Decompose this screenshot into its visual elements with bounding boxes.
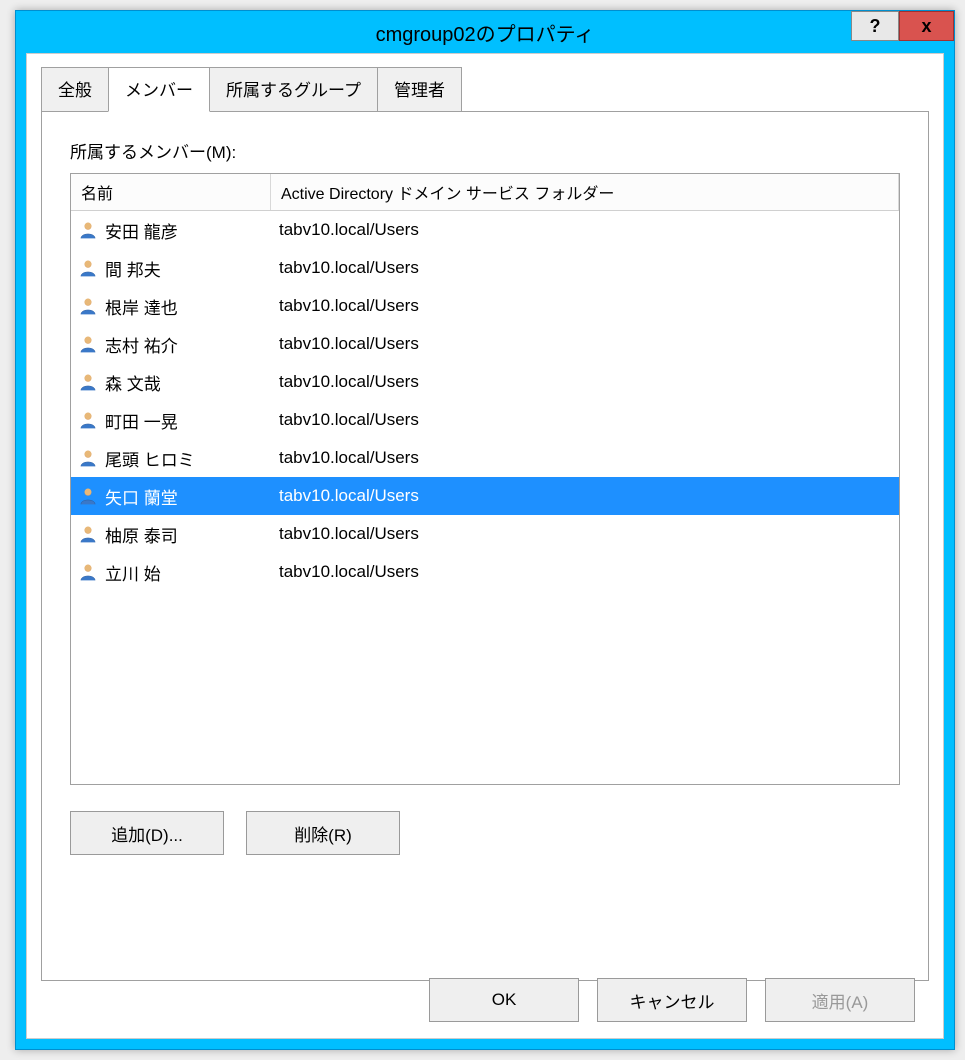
member-row[interactable]: 安田 龍彦 tabv10.local/Users bbox=[71, 211, 899, 249]
apply-button[interactable]: 適用(A) bbox=[765, 978, 915, 1022]
tab-全般[interactable]: 全般 bbox=[41, 67, 109, 112]
members-label: 所属するメンバー(M): bbox=[70, 138, 900, 163]
tabstrip: 全般メンバー所属するグループ管理者 bbox=[27, 54, 943, 111]
member-cell-name: 志村 祐介 bbox=[71, 325, 271, 363]
member-name: 間 邦夫 bbox=[105, 256, 161, 281]
help-button[interactable]: ? bbox=[851, 11, 899, 41]
tab-所属するグループ[interactable]: 所属するグループ bbox=[209, 67, 378, 112]
member-cell-name: 間 邦夫 bbox=[71, 249, 271, 287]
member-cell-name: 柚原 泰司 bbox=[71, 515, 271, 553]
member-name: 町田 一晃 bbox=[105, 408, 178, 433]
member-name: 森 文哉 bbox=[105, 370, 161, 395]
user-icon bbox=[77, 295, 99, 317]
cancel-button[interactable]: キャンセル bbox=[597, 978, 747, 1022]
member-cell-folder: tabv10.local/Users bbox=[271, 477, 899, 515]
member-cell-name: 立川 始 bbox=[71, 553, 271, 591]
member-cell-folder: tabv10.local/Users bbox=[271, 325, 899, 363]
user-icon-svg bbox=[78, 524, 98, 544]
member-row[interactable]: 立川 始 tabv10.local/Users bbox=[71, 553, 899, 591]
member-row[interactable]: 森 文哉 tabv10.local/Users bbox=[71, 363, 899, 401]
members-tab-panel: 所属するメンバー(M): 名前 Active Directory ドメイン サー… bbox=[41, 111, 929, 981]
user-icon-svg bbox=[78, 334, 98, 354]
member-row[interactable]: 尾頭 ヒロミ tabv10.local/Users bbox=[71, 439, 899, 477]
member-cell-name: 尾頭 ヒロミ bbox=[71, 439, 271, 477]
user-icon bbox=[77, 561, 99, 583]
member-cell-folder: tabv10.local/Users bbox=[271, 363, 899, 401]
member-row[interactable]: 矢口 蘭堂 tabv10.local/Users bbox=[71, 477, 899, 515]
window-title: cmgroup02のプロパティ bbox=[16, 18, 954, 47]
member-name: 安田 龍彦 bbox=[105, 218, 178, 243]
remove-button[interactable]: 削除(R) bbox=[246, 811, 400, 855]
member-cell-name: 町田 一晃 bbox=[71, 401, 271, 439]
properties-dialog: cmgroup02のプロパティ ? x 全般メンバー所属するグループ管理者 所属… bbox=[15, 10, 955, 1050]
member-name: 志村 祐介 bbox=[105, 332, 178, 357]
close-icon: x bbox=[921, 16, 931, 37]
member-cell-folder: tabv10.local/Users bbox=[271, 249, 899, 287]
member-cell-name: 安田 龍彦 bbox=[71, 211, 271, 249]
user-icon-svg bbox=[78, 258, 98, 278]
member-cell-name: 矢口 蘭堂 bbox=[71, 477, 271, 515]
user-icon-svg bbox=[78, 562, 98, 582]
member-name: 尾頭 ヒロミ bbox=[105, 446, 195, 471]
member-name: 矢口 蘭堂 bbox=[105, 484, 178, 509]
user-icon bbox=[77, 409, 99, 431]
member-cell-name: 森 文哉 bbox=[71, 363, 271, 401]
member-cell-folder: tabv10.local/Users bbox=[271, 515, 899, 553]
user-icon bbox=[77, 333, 99, 355]
titlebar-buttons: ? x bbox=[851, 11, 954, 41]
member-name: 根岸 達也 bbox=[105, 294, 178, 319]
action-buttons: 追加(D)... 削除(R) bbox=[70, 811, 900, 855]
member-row[interactable]: 柚原 泰司 tabv10.local/Users bbox=[71, 515, 899, 553]
member-cell-folder: tabv10.local/Users bbox=[271, 401, 899, 439]
listview-body: 安田 龍彦 tabv10.local/Users 間 邦夫 tabv10.local/… bbox=[71, 211, 899, 591]
ok-button[interactable]: OK bbox=[429, 978, 579, 1022]
member-row[interactable]: 根岸 達也 tabv10.local/Users bbox=[71, 287, 899, 325]
close-button[interactable]: x bbox=[899, 11, 954, 41]
member-cell-folder: tabv10.local/Users bbox=[271, 287, 899, 325]
column-header-folder[interactable]: Active Directory ドメイン サービス フォルダー bbox=[271, 174, 899, 210]
titlebar: cmgroup02のプロパティ ? x bbox=[16, 11, 954, 53]
user-icon bbox=[77, 485, 99, 507]
member-row[interactable]: 間 邦夫 tabv10.local/Users bbox=[71, 249, 899, 287]
member-row[interactable]: 町田 一晃 tabv10.local/Users bbox=[71, 401, 899, 439]
user-icon-svg bbox=[78, 410, 98, 430]
tab-メンバー[interactable]: メンバー bbox=[108, 67, 210, 112]
member-cell-folder: tabv10.local/Users bbox=[271, 553, 899, 591]
user-icon bbox=[77, 257, 99, 279]
user-icon bbox=[77, 523, 99, 545]
member-name: 立川 始 bbox=[105, 560, 161, 585]
user-icon-svg bbox=[78, 296, 98, 316]
member-name: 柚原 泰司 bbox=[105, 522, 178, 547]
listview-header: 名前 Active Directory ドメイン サービス フォルダー bbox=[71, 174, 899, 211]
user-icon-svg bbox=[78, 486, 98, 506]
tab-管理者[interactable]: 管理者 bbox=[377, 67, 462, 112]
add-button[interactable]: 追加(D)... bbox=[70, 811, 224, 855]
client-area: 全般メンバー所属するグループ管理者 所属するメンバー(M): 名前 Active… bbox=[26, 53, 944, 1039]
dialog-buttons: OK キャンセル 適用(A) bbox=[429, 978, 915, 1022]
member-cell-folder: tabv10.local/Users bbox=[271, 211, 899, 249]
user-icon bbox=[77, 447, 99, 469]
member-cell-name: 根岸 達也 bbox=[71, 287, 271, 325]
members-listview[interactable]: 名前 Active Directory ドメイン サービス フォルダー 安田 龍… bbox=[70, 173, 900, 785]
user-icon bbox=[77, 219, 99, 241]
member-row[interactable]: 志村 祐介 tabv10.local/Users bbox=[71, 325, 899, 363]
question-icon: ? bbox=[870, 16, 881, 37]
member-cell-folder: tabv10.local/Users bbox=[271, 439, 899, 477]
user-icon-svg bbox=[78, 220, 98, 240]
user-icon-svg bbox=[78, 448, 98, 468]
user-icon bbox=[77, 371, 99, 393]
column-header-name[interactable]: 名前 bbox=[71, 174, 271, 210]
user-icon-svg bbox=[78, 372, 98, 392]
